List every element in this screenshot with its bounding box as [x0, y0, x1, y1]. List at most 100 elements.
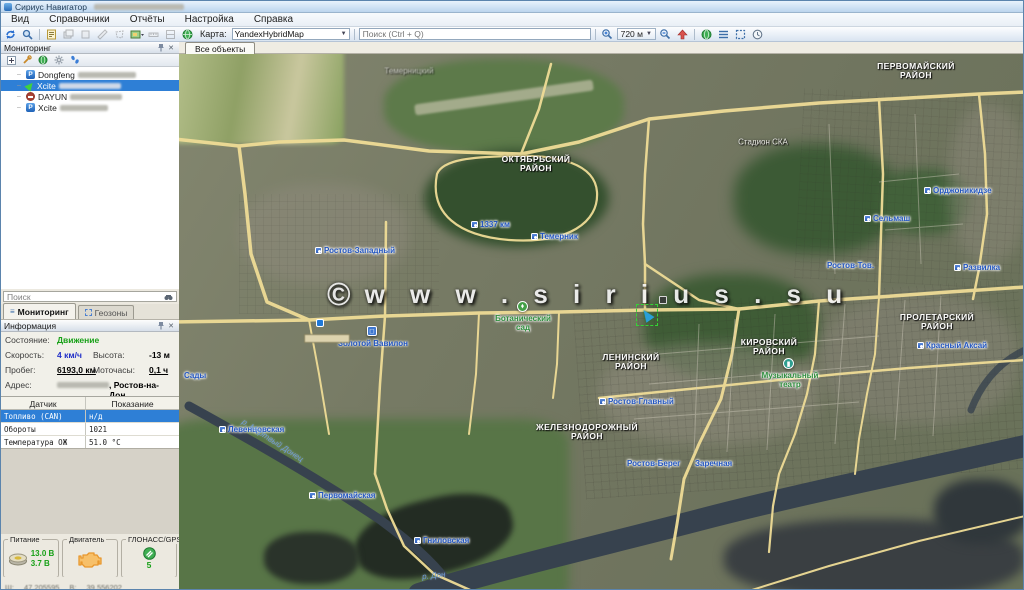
refresh-icon[interactable]: [3, 28, 18, 41]
sensor-row-selected[interactable]: Топливо (CAN) н/д: [1, 410, 179, 423]
station-icon: [954, 264, 961, 271]
menu-reports[interactable]: Отчёты: [130, 14, 165, 25]
vehicle-name: Xcite: [38, 103, 57, 113]
station-icon: [309, 492, 316, 499]
sensor-table: Датчик Показание Топливо (CAN) н/д Оборо…: [1, 396, 179, 450]
tab-monitoring[interactable]: ≡ Мониторинг: [3, 303, 76, 319]
state-value: Движение: [57, 335, 99, 345]
map-canvas[interactable]: © w w w . s i r i u s . s u ОКТЯБРЬСКИЙ …: [179, 54, 1024, 590]
map-type-select[interactable]: YandexHybridMap ▼: [232, 28, 350, 40]
map-object-chip[interactable]: [659, 296, 667, 304]
speed-label: Скорость:: [5, 350, 44, 360]
map-scale-select[interactable]: 720 м ▼: [617, 28, 656, 40]
hours-label: Моточасы:: [93, 365, 135, 375]
polygon-icon[interactable]: [112, 28, 127, 41]
altitude-value: -13 м: [149, 350, 170, 360]
area-icon[interactable]: [163, 28, 178, 41]
mileage-value[interactable]: 6193,0 км: [57, 365, 96, 375]
map-select-label: Карта:: [200, 29, 227, 39]
speed-value: 4 км/ч: [57, 350, 82, 360]
globe-icon[interactable]: [180, 28, 195, 41]
map-area: Все объекты: [179, 42, 1024, 590]
monitoring-panel-header: Мониторинг ✕: [1, 42, 179, 54]
battery-icon: [8, 551, 28, 566]
station-label: Сады: [184, 371, 206, 380]
hours-value[interactable]: 0,1 ч: [149, 365, 168, 375]
address-label: Адрес:: [5, 380, 32, 390]
fit-selection-icon[interactable]: [733, 28, 748, 41]
sidebar-search-row: Поиск: [1, 289, 179, 304]
close-icon[interactable]: ✕: [166, 43, 176, 53]
ruler-icon[interactable]: [146, 28, 161, 41]
vehicle-tree: ‒ P Dongfeng ‒ Xcite ‒ DAYUN ‒ P Xcite: [1, 67, 179, 289]
info-grid: Состояние: Движение Скорость: 4 км/ч Выс…: [1, 332, 179, 396]
district-label: ПРОЛЕТАРСКИЙ РАЙОН: [891, 313, 983, 331]
history-clock-icon[interactable]: [750, 28, 765, 41]
redacted-address: [57, 382, 109, 388]
tab-all-objects[interactable]: Все объекты: [185, 42, 255, 54]
vehicle-row[interactable]: ‒ P Dongfeng: [1, 69, 179, 80]
satellite-icon: [143, 547, 156, 560]
station-label: Первомайская: [309, 491, 375, 500]
goto-object-globe-icon[interactable]: [699, 28, 714, 41]
vehicle-row-selected[interactable]: ‒ Xcite: [1, 80, 179, 91]
state-label: Состояние:: [5, 335, 50, 345]
monitoring-panel-title: Мониторинг: [4, 43, 156, 53]
menu-help[interactable]: Справка: [254, 14, 293, 25]
vehicle-arrow-icon: [639, 307, 654, 323]
sensor-name: Обороты: [1, 423, 86, 435]
district-label: ОКТЯБРЬСКИЙ РАЙОН: [495, 155, 577, 173]
vehicle-marker-blue[interactable]: [316, 319, 324, 327]
globe-refresh-icon[interactable]: [37, 55, 49, 66]
layers-icon[interactable]: [61, 28, 76, 41]
tools-icon[interactable]: [21, 55, 33, 66]
home-arrow-icon[interactable]: [675, 28, 690, 41]
copy-icon[interactable]: [78, 28, 93, 41]
tree-line: ‒: [17, 71, 23, 78]
menu-view[interactable]: Вид: [11, 14, 29, 25]
lat-value: 47.205595: [24, 583, 59, 590]
global-search-input[interactable]: [359, 28, 591, 40]
expand-all-icon[interactable]: [5, 55, 17, 66]
pin-icon[interactable]: [156, 321, 166, 331]
track-footprints-icon[interactable]: [69, 55, 81, 66]
selected-vehicle-marker[interactable]: [636, 304, 658, 326]
report-icon[interactable]: [44, 28, 59, 41]
sidebar-search-input[interactable]: Поиск: [3, 291, 177, 302]
station-label: Сельмаш: [864, 214, 910, 223]
tab-geozones[interactable]: Геозоны: [78, 305, 135, 319]
station-label: Темерник: [531, 232, 578, 241]
binoculars-icon: [164, 293, 173, 301]
engine-icon: [77, 550, 103, 568]
sensor-table-header: Датчик Показание: [1, 397, 179, 410]
sensor-row[interactable]: Обороты 1021: [1, 423, 179, 436]
station-label: Орджоникидзе: [924, 186, 992, 195]
station-label: Гниловская: [414, 536, 469, 545]
gear-icon[interactable]: [53, 55, 65, 66]
menu-directories[interactable]: Справочники: [49, 14, 110, 25]
window-title: Сириус Навигатор: [15, 2, 87, 12]
search-icon[interactable]: [20, 28, 35, 41]
redacted-title-text: [94, 4, 184, 10]
menu-bar: Вид Справочники Отчёты Настройка Справка: [1, 13, 1024, 27]
zoom-out-icon[interactable]: [658, 28, 673, 41]
station-label: Ростов-Главный: [599, 397, 674, 406]
map-style-icon[interactable]: [129, 28, 144, 41]
close-icon[interactable]: ✕: [166, 321, 176, 331]
station-icon: [924, 187, 931, 194]
station-icon: [917, 342, 924, 349]
station-icon: [864, 215, 871, 222]
station-icon: [414, 537, 421, 544]
vehicle-row[interactable]: ‒ P Xcite: [1, 102, 179, 113]
station-icon: [315, 247, 322, 254]
zoom-in-icon[interactable]: [600, 28, 615, 41]
station-label: Заречная: [695, 459, 732, 468]
vehicle-row[interactable]: ‒ DAYUN: [1, 91, 179, 102]
measure-icon[interactable]: [95, 28, 110, 41]
object-list-icon[interactable]: [716, 28, 731, 41]
gps-box: ГЛОНАСС/GPS 5: [121, 539, 177, 578]
lon-label: В:: [69, 583, 76, 590]
pin-icon[interactable]: [156, 43, 166, 53]
menu-settings[interactable]: Настройка: [185, 14, 234, 25]
list-icon: ≡: [10, 309, 15, 315]
